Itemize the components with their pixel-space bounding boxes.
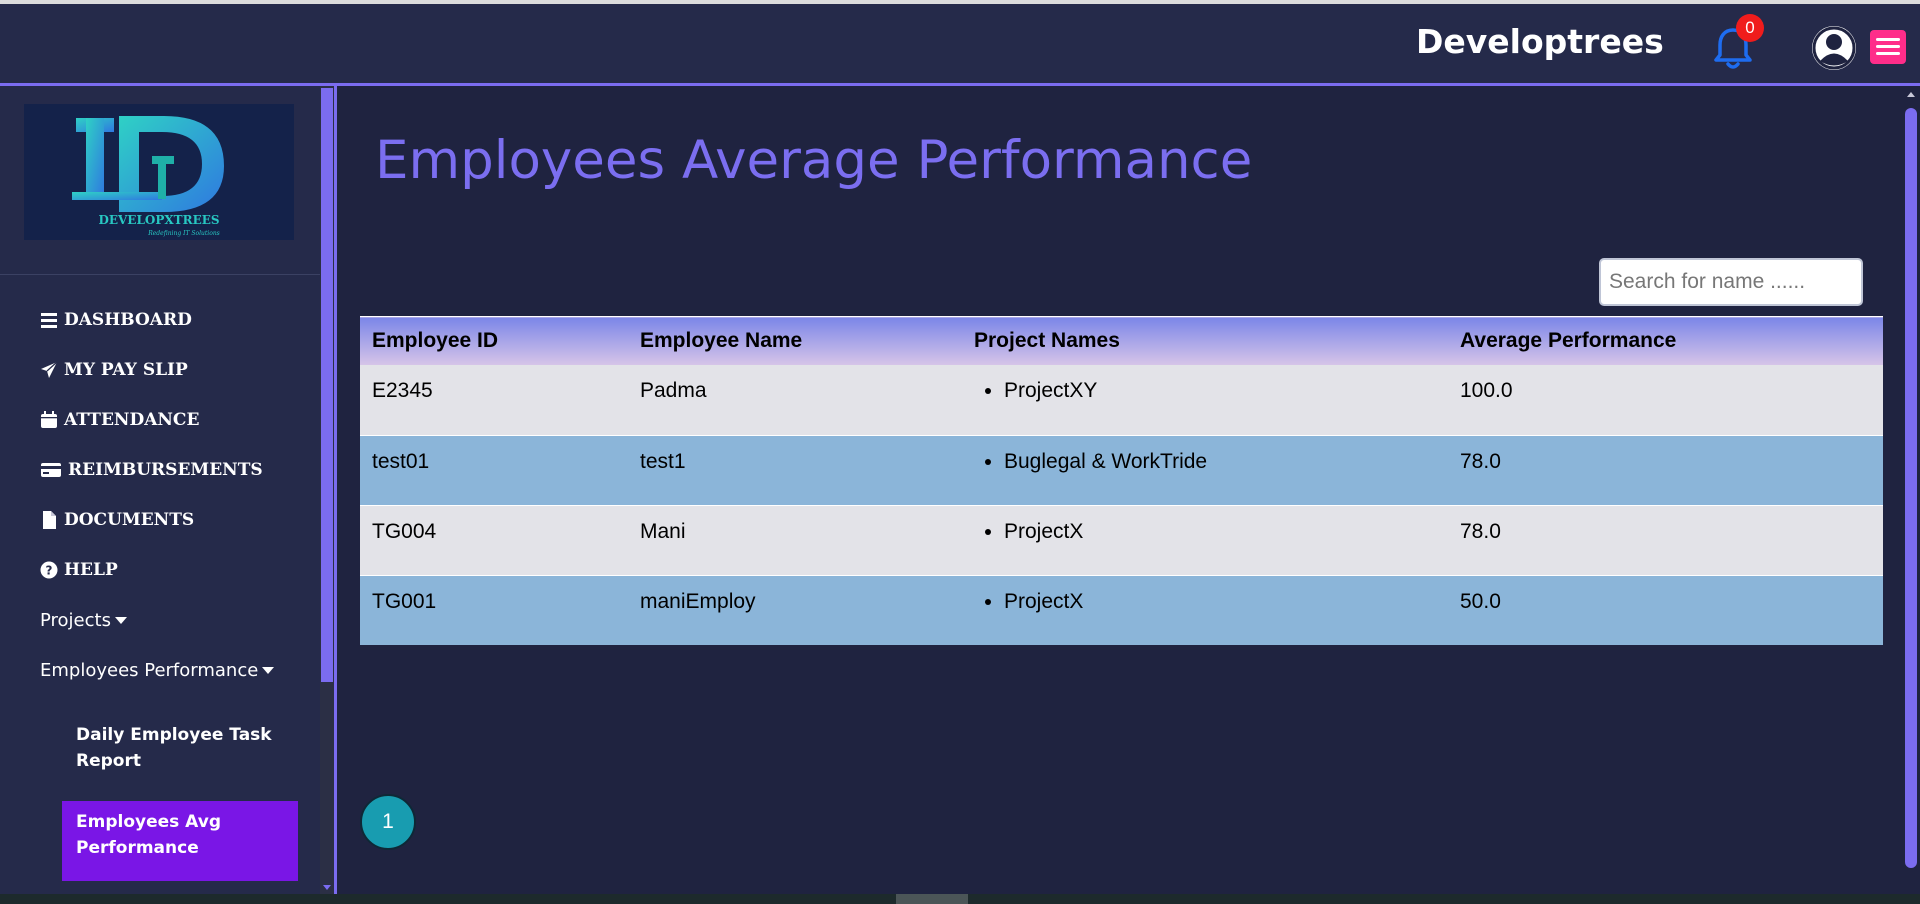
cell-project-names: ProjectX (962, 504, 1448, 575)
nav-label: ATTENDANCE (64, 410, 200, 430)
performance-table: Employee ID Employee Name Project Names … (360, 316, 1883, 645)
main-scrollbar[interactable] (1900, 86, 1920, 894)
nav-my-pay-slip[interactable]: MY PAY SLIP (40, 360, 188, 380)
cell-employee-name: Mani (628, 504, 962, 575)
nav-label: DASHBOARD (64, 310, 192, 330)
column-header-average-performance: Average Performance (1448, 316, 1883, 365)
nav-attendance[interactable]: ATTENDANCE (40, 410, 199, 430)
column-header-project-names: Project Names (962, 316, 1448, 365)
sidebar-scrollbar[interactable] (320, 86, 334, 894)
project-list-item: ProjectXY (1004, 379, 1436, 403)
scroll-down-arrow-icon[interactable] (323, 885, 331, 890)
user-avatar-icon[interactable] (1810, 24, 1858, 72)
company-logo: DEVELOPXTREES Redefining IT Solutions (24, 104, 294, 240)
logo-divider (0, 274, 320, 275)
project-list-item: Buglegal & WorkTride (1004, 450, 1436, 474)
bars-icon (41, 313, 57, 328)
sub-nav-daily-employee-task-report[interactable]: Daily Employee Task Report (62, 714, 298, 782)
column-header-employee-id: Employee ID (360, 316, 628, 365)
nav-label: REIMBURSEMENTS (68, 460, 263, 480)
nav-documents[interactable]: DOCUMENTS (40, 510, 194, 530)
table-row: TG004 Mani ProjectX 78.0 (360, 504, 1883, 575)
main-scrollbar-thumb[interactable] (1905, 108, 1917, 868)
page-title: Employees Average Performance (375, 130, 1253, 191)
paper-plane-icon (41, 361, 58, 378)
nav-employees-performance-dropdown[interactable]: Employees Performance (40, 660, 275, 681)
svg-text:?: ? (46, 564, 53, 578)
sidebar-scrollbar-thumb[interactable] (321, 88, 333, 682)
nav-reimbursements[interactable]: REIMBURSEMENTS (40, 460, 263, 480)
nav-help[interactable]: ? HELP (40, 560, 118, 580)
cell-average-performance: 78.0 (1448, 434, 1883, 505)
cell-employee-name: maniEmploy (628, 574, 962, 645)
table-row: TG001 maniEmploy ProjectX 50.0 (360, 574, 1883, 645)
horizontal-scroll-thumb[interactable] (896, 894, 968, 904)
cell-employee-id: E2345 (360, 365, 628, 435)
caret-down-icon (262, 667, 275, 674)
logo-icon: DEVELOPXTREES Redefining IT Solutions (72, 116, 224, 237)
table-row: E2345 Padma ProjectXY 100.0 (360, 365, 1883, 435)
calendar-icon (41, 411, 57, 428)
credit-card-icon (41, 463, 61, 477)
cell-employee-id: TG004 (360, 504, 628, 575)
file-icon (43, 511, 56, 529)
scroll-up-arrow-icon[interactable] (1907, 92, 1915, 97)
cell-project-names: ProjectX (962, 574, 1448, 645)
cell-project-names: Buglegal & WorkTride (962, 434, 1448, 505)
cell-employee-name: test1 (628, 434, 962, 505)
svg-text:Redefining IT Solutions: Redefining IT Solutions (147, 230, 220, 237)
sub-nav-employees-avg-performance[interactable]: Employees Avg Performance (62, 801, 298, 881)
question-circle-icon: ? (40, 561, 58, 579)
cell-employee-name: Padma (628, 365, 962, 435)
svg-text:DEVELOPXTREES: DEVELOPXTREES (98, 213, 219, 227)
table-header-row: Employee ID Employee Name Project Names … (360, 316, 1883, 365)
caret-down-icon (114, 617, 127, 624)
nav-employees-performance-label: Employees Performance (40, 660, 259, 681)
table-row: test01 test1 Buglegal & WorkTride 78.0 (360, 434, 1883, 505)
column-header-employee-name: Employee Name (628, 316, 962, 365)
brand-title: Developtrees (1416, 22, 1664, 61)
cell-average-performance: 78.0 (1448, 504, 1883, 575)
nav-dashboard[interactable]: DASHBOARD (40, 310, 192, 330)
nav-label: MY PAY SLIP (64, 360, 188, 380)
main-content: Employees Average Performance Employee I… (337, 86, 1900, 894)
notification-badge: 0 (1736, 14, 1764, 42)
cell-employee-id: TG001 (360, 574, 628, 645)
cell-project-names: ProjectXY (962, 365, 1448, 435)
top-header: Developtrees 0 (0, 4, 1920, 86)
nav-projects-label: Projects (40, 610, 111, 631)
pagination-page-button[interactable]: 1 (360, 794, 416, 850)
cell-average-performance: 50.0 (1448, 574, 1883, 645)
nav-label: HELP (64, 560, 118, 580)
sidebar: DEVELOPXTREES Redefining IT Solutions DA… (0, 86, 320, 894)
nav-label: DOCUMENTS (64, 510, 195, 530)
search-input[interactable] (1599, 258, 1863, 306)
cell-employee-id: test01 (360, 434, 628, 505)
nav-projects-dropdown[interactable]: Projects (40, 610, 127, 631)
hamburger-menu-button[interactable] (1870, 30, 1906, 64)
taskbar-edge (0, 894, 1920, 904)
project-list-item: ProjectX (1004, 520, 1436, 544)
cell-average-performance: 100.0 (1448, 365, 1883, 435)
project-list-item: ProjectX (1004, 590, 1436, 614)
